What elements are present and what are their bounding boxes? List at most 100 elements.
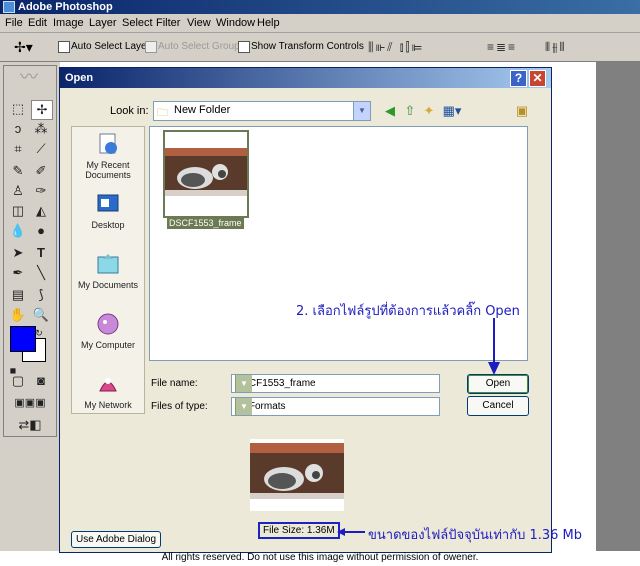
notes-tool-icon[interactable]: ▤ <box>8 286 28 304</box>
distribute-vertical-icon[interactable]: ≡≣≡ <box>487 40 517 54</box>
recent-documents-icon <box>99 133 117 154</box>
place-my-network[interactable]: My Network <box>72 371 144 410</box>
my-network-icon <box>99 378 117 392</box>
brush-tool-icon[interactable]: ✐ <box>31 162 51 180</box>
screen-mode-icons[interactable]: ▣▣▣ <box>6 394 54 412</box>
up-folder-icon[interactable]: ⇧ <box>402 103 418 119</box>
auto-select-groups-label: Auto Select Groups <box>158 41 245 52</box>
place-label: My Documents <box>77 280 139 290</box>
place-label: My Network <box>84 400 132 410</box>
new-folder-icon[interactable]: ✦ <box>421 103 437 119</box>
file-name-field-label: File name: <box>151 378 198 389</box>
help-button[interactable]: ? <box>510 70 527 87</box>
cat-photo-preview <box>250 439 344 511</box>
files-of-type-select[interactable]: All Formats ▼ <box>231 397 440 416</box>
menu-layer[interactable]: Layer <box>89 17 117 29</box>
look-in-value: New Folder <box>174 104 231 116</box>
files-of-type-label: Files of type: <box>151 401 208 412</box>
menu-view[interactable]: View <box>187 17 211 29</box>
app-title: Adobe Photoshop <box>18 1 113 13</box>
place-label: My Computer <box>80 340 135 350</box>
type-tool-icon[interactable]: T <box>31 244 51 262</box>
auto-select-layer-checkbox[interactable] <box>58 41 70 53</box>
back-icon[interactable]: ◀ <box>382 103 398 119</box>
place-label: My Recent Documents <box>85 160 131 180</box>
place-desktop[interactable]: Desktop <box>72 191 144 230</box>
down-arrow-icon <box>488 318 500 375</box>
history-brush-icon[interactable]: ✑ <box>31 182 51 200</box>
path-select-icon[interactable]: ➤ <box>8 244 28 262</box>
annotation-step2: 2. เลือกไฟล์รูปที่ต้องการแล้วคลิ๊ก Open <box>296 304 520 319</box>
file-list[interactable]: DSCF1553_frame <box>149 126 528 361</box>
open-recent-folder-icon[interactable]: ▣ <box>514 103 530 119</box>
close-button[interactable]: ✕ <box>529 70 546 87</box>
place-my-computer[interactable]: My Computer <box>72 311 144 350</box>
healing-brush-icon[interactable]: ✎ <box>8 162 28 180</box>
my-computer-icon <box>97 313 119 335</box>
crop-tool-icon[interactable]: ⌗ <box>8 140 28 158</box>
file-name-label[interactable]: DSCF1553_frame <box>167 217 244 229</box>
view-menu-icon[interactable]: ▦▾ <box>441 103 463 119</box>
magic-wand-icon[interactable]: ⁂ <box>31 120 51 138</box>
quick-mask-icon[interactable]: ◙ <box>31 372 51 390</box>
line-tool-icon[interactable]: ╲ <box>31 264 51 282</box>
file-thumbnail[interactable] <box>163 130 249 218</box>
blur-tool-icon[interactable]: 💧 <box>8 222 28 240</box>
distribute-horizontal-icon[interactable]: ⫴⫵⫴ <box>545 40 567 54</box>
place-label: Desktop <box>91 220 125 230</box>
toolbox: 〰 ⬚ ✢ ↄ ⁂ ⌗ ⟋ ✎ ✐ ♙ ✑ ◫ ◭ 💧 ● ➤ T ✒ ╲ ▤ … <box>3 65 57 437</box>
move-tool-icon[interactable]: ✢▾ <box>14 39 33 56</box>
marquee-tool-icon[interactable]: ⬚ <box>8 100 28 118</box>
align-buttons-icon[interactable]: ⫼⊪⫽ ⫾⫿⊫ <box>368 40 424 54</box>
feather-logo-icon: 〰 <box>20 67 38 87</box>
chevron-down-icon[interactable]: ▼ <box>235 398 252 415</box>
auto-select-layer-label: Auto Select Layer <box>71 41 150 52</box>
menu-file[interactable]: File <box>5 17 23 29</box>
left-arrow-icon <box>337 528 365 536</box>
show-transform-controls-checkbox[interactable] <box>238 41 250 53</box>
place-my-documents[interactable]: My Documents <box>72 251 144 290</box>
paint-bucket-icon[interactable]: ◭ <box>31 202 51 220</box>
menu-help[interactable]: Help <box>257 17 280 29</box>
photoshop-icon <box>3 1 15 13</box>
desktop-icon <box>97 194 119 212</box>
zoom-tool-icon[interactable]: 🔍 <box>31 306 51 324</box>
move-tool-icon[interactable]: ✢ <box>31 100 53 120</box>
place-my-recent-documents[interactable]: My Recent Documents <box>72 131 144 180</box>
image-preview <box>250 439 344 511</box>
options-bar: ✢▾ Auto Select Layer Auto Select Groups … <box>0 33 640 62</box>
slice-tool-icon[interactable]: ⟋ <box>31 140 51 158</box>
clone-stamp-icon[interactable]: ♙ <box>8 182 28 200</box>
standard-mode-icon[interactable]: ▢ <box>8 372 28 390</box>
jump-to-imageready-icon[interactable]: ⇄◧ <box>8 416 52 434</box>
open-button[interactable]: Open <box>467 374 529 394</box>
menu-image[interactable]: Image <box>53 17 84 29</box>
copyright-footer: All rights reserved. Do not use this ima… <box>161 552 479 563</box>
menu-window[interactable]: Window <box>216 17 255 29</box>
file-name-input[interactable]: DSCF1553_frame ▼ <box>231 374 440 393</box>
hand-tool-icon[interactable]: ✋ <box>8 306 28 324</box>
use-adobe-dialog-button[interactable]: Use Adobe Dialog <box>71 531 161 548</box>
menu-select[interactable]: Select <box>122 17 153 29</box>
menu-edit[interactable]: Edit <box>28 17 47 29</box>
workspace-right <box>596 62 640 551</box>
cat-photo-thumbnail <box>165 132 247 216</box>
dialog-title: Open <box>65 72 94 84</box>
places-bar: My Recent Documents Desktop My Documents… <box>71 126 145 414</box>
file-size-label: File Size: 1.36M <box>258 522 340 539</box>
look-in-label: Look in: <box>110 105 149 117</box>
my-documents-icon <box>97 254 119 274</box>
foreground-color-front[interactable] <box>10 326 36 352</box>
cancel-button[interactable]: Cancel <box>467 396 529 416</box>
eyedropper-icon[interactable]: ⟆ <box>31 286 51 304</box>
chevron-down-icon[interactable]: ▼ <box>353 102 370 120</box>
annotation-size-note: ขนาดของไฟล์ปัจจุบันเท่ากับ 1.36 Mb <box>368 528 583 543</box>
chevron-down-icon[interactable]: ▼ <box>235 375 252 392</box>
app-title-bar: Adobe Photoshop <box>0 0 640 14</box>
eraser-tool-icon[interactable]: ◫ <box>8 202 28 220</box>
dodge-tool-icon[interactable]: ● <box>31 222 51 240</box>
lasso-tool-icon[interactable]: ↄ <box>8 120 28 138</box>
menu-filter[interactable]: Filter <box>156 17 180 29</box>
look-in-dropdown[interactable]: 🗀 New Folder ▼ <box>153 101 371 121</box>
pen-tool-icon[interactable]: ✒ <box>8 264 28 282</box>
